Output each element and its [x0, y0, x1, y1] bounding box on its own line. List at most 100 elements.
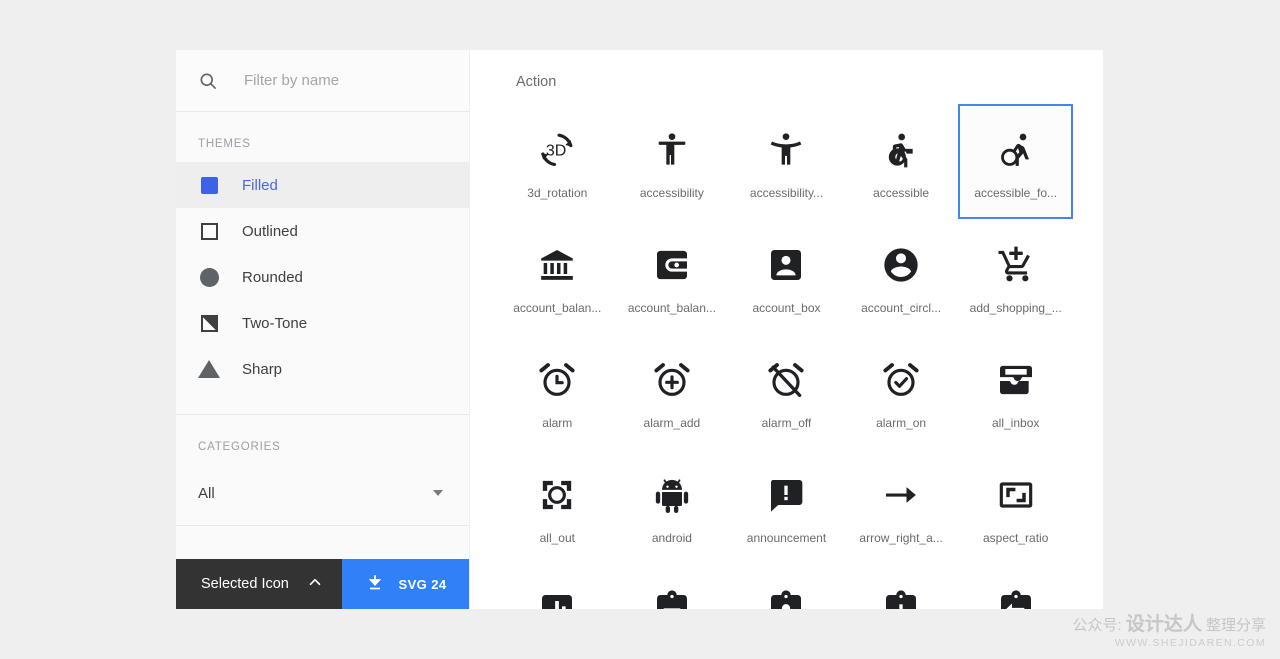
- filled-circle-icon: [198, 266, 220, 288]
- chevron-down-icon: [433, 490, 443, 496]
- icon-cell-3d-rotation[interactable]: 3D 3d_rotation: [500, 104, 615, 219]
- assignment-late-icon: [877, 586, 925, 609]
- assignment-ind-icon: [762, 586, 810, 609]
- download-svg-button[interactable]: SVG 24: [342, 559, 469, 609]
- download-label: SVG 24: [398, 576, 447, 592]
- icon-cell-accessibility[interactable]: accessibility: [615, 104, 730, 219]
- icon-label: accessible_fo...: [974, 186, 1058, 200]
- icon-cell-account-circle[interactable]: account_circl...: [844, 219, 959, 334]
- add-shopping-cart-icon: [992, 241, 1040, 289]
- icon-cell-alarm-off[interactable]: alarm_off: [729, 334, 844, 449]
- watermark-brand: 设计达人: [1125, 614, 1202, 635]
- icon-cell-accessibility-new[interactable]: accessibility...: [729, 104, 844, 219]
- android-icon: [648, 471, 696, 519]
- icon-label: alarm: [542, 416, 573, 430]
- themes-section-label: THEMES: [198, 138, 251, 150]
- sidebar-item-sharp[interactable]: Sharp: [176, 346, 469, 392]
- icon-browser-app: THEMES Filled Outlined Rounded: [0, 0, 1280, 659]
- icon-label: announcement: [746, 531, 827, 545]
- icon-cell-announcement[interactable]: announcement: [729, 449, 844, 564]
- icon-label: add_shopping_...: [969, 301, 1062, 315]
- assignment-return-icon: [992, 586, 1040, 609]
- all-out-icon: [533, 471, 581, 519]
- search-bar[interactable]: [176, 50, 469, 112]
- sidebar-item-label: Rounded: [242, 268, 303, 286]
- alarm-off-icon: [762, 356, 810, 404]
- icon-label: accessibility: [639, 186, 704, 200]
- watermark-suffix: 整理分享: [1201, 617, 1266, 634]
- selected-icon-button[interactable]: Selected Icon: [176, 559, 342, 609]
- icon-cell-accessible-forward[interactable]: accessible_fo...: [958, 104, 1073, 219]
- outlined-square-icon: [198, 220, 220, 242]
- icon-label: alarm_on: [876, 416, 927, 430]
- aspect-ratio-icon: [992, 471, 1040, 519]
- icon-cell-assessment[interactable]: [500, 564, 615, 609]
- categories-section-label: CATEGORIES: [198, 441, 281, 453]
- sidebar-item-outlined[interactable]: Outlined: [176, 208, 469, 254]
- sidebar: THEMES Filled Outlined Rounded: [176, 50, 469, 609]
- accessible-forward-icon: [992, 126, 1040, 174]
- icon-cell-android[interactable]: android: [615, 449, 730, 564]
- category-header: Action: [516, 74, 557, 90]
- announcement-icon: [762, 471, 810, 519]
- icon-cell-account-balance[interactable]: account_balan...: [500, 219, 615, 334]
- icon-cell-alarm-add[interactable]: alarm_add: [615, 334, 730, 449]
- watermark-line-2: WWW.SHEJIDAREN.COM: [1114, 637, 1266, 649]
- alarm-add-icon: [648, 356, 696, 404]
- icon-label: all_inbox: [992, 416, 1040, 430]
- sidebar-divider-bottom: [176, 525, 469, 526]
- watermark-prefix: 公众号:: [1072, 617, 1126, 634]
- sidebar-item-label: Outlined: [242, 222, 298, 240]
- search-icon: [198, 71, 218, 91]
- sidebar-item-two-tone[interactable]: Two-Tone: [176, 300, 469, 346]
- 3d-rotation-icon: 3D: [533, 126, 581, 174]
- icon-label: aspect_ratio: [983, 531, 1049, 545]
- icon-cell-assignment-late[interactable]: [844, 564, 959, 609]
- accessible-icon: [877, 126, 925, 174]
- category-select[interactable]: All: [176, 465, 469, 521]
- icon-cell-all-out[interactable]: all_out: [500, 449, 615, 564]
- download-icon: [365, 573, 385, 596]
- sidebar-item-label: Filled: [242, 176, 278, 194]
- filled-triangle-icon: [198, 358, 220, 380]
- icon-label: all_out: [539, 531, 575, 545]
- icon-grid: 3D 3d_rotation accessibility accessibili…: [470, 90, 1103, 609]
- alarm-icon: [533, 356, 581, 404]
- icon-label: accessibility...: [749, 186, 824, 200]
- search-input[interactable]: [244, 72, 444, 89]
- sidebar-item-label: Sharp: [242, 360, 283, 378]
- icon-cell-assignment[interactable]: [615, 564, 730, 609]
- icon-label: arrow_right_a...: [859, 531, 943, 545]
- watermark-line-1: 公众号: 设计达人 整理分享: [1072, 614, 1266, 635]
- icon-label: android: [651, 531, 692, 545]
- icon-label: accessible: [873, 186, 930, 200]
- icon-cell-alarm-on[interactable]: alarm_on: [844, 334, 959, 449]
- categories-section: CATEGORIES All: [176, 415, 469, 525]
- icon-cell-assignment-return[interactable]: [958, 564, 1073, 609]
- accessibility-new-icon: [762, 126, 810, 174]
- icon-label: account_balan...: [627, 301, 716, 315]
- icon-cell-aspect-ratio[interactable]: aspect_ratio: [958, 449, 1073, 564]
- icon-label: account_box: [752, 301, 821, 315]
- sidebar-item-filled[interactable]: Filled: [176, 162, 469, 208]
- icon-cell-add-shopping-cart[interactable]: add_shopping_...: [958, 219, 1073, 334]
- all-inbox-icon: [992, 356, 1040, 404]
- bottom-action-bar: Selected Icon SVG 24: [176, 559, 469, 609]
- icon-cell-alarm[interactable]: alarm: [500, 334, 615, 449]
- arrow-right-alt-icon: [877, 471, 925, 519]
- svg-text:3D: 3D: [546, 142, 566, 159]
- sidebar-item-rounded[interactable]: Rounded: [176, 254, 469, 300]
- icon-cell-account-box[interactable]: account_box: [729, 219, 844, 334]
- icon-cell-account-balance-wallet[interactable]: account_balan...: [615, 219, 730, 334]
- icon-cell-accessible[interactable]: accessible: [844, 104, 959, 219]
- icon-cell-arrow-right-alt[interactable]: arrow_right_a...: [844, 449, 959, 564]
- icon-cell-assignment-ind[interactable]: [729, 564, 844, 609]
- icon-cell-all-inbox[interactable]: all_inbox: [958, 334, 1073, 449]
- icon-label: account_circl...: [861, 301, 942, 315]
- alarm-on-icon: [877, 356, 925, 404]
- two-tone-square-icon: [198, 312, 220, 334]
- sidebar-item-label: Two-Tone: [242, 314, 308, 332]
- filled-square-icon: [198, 174, 220, 196]
- category-selected-value: All: [198, 484, 215, 502]
- chevron-up-icon: [306, 573, 324, 595]
